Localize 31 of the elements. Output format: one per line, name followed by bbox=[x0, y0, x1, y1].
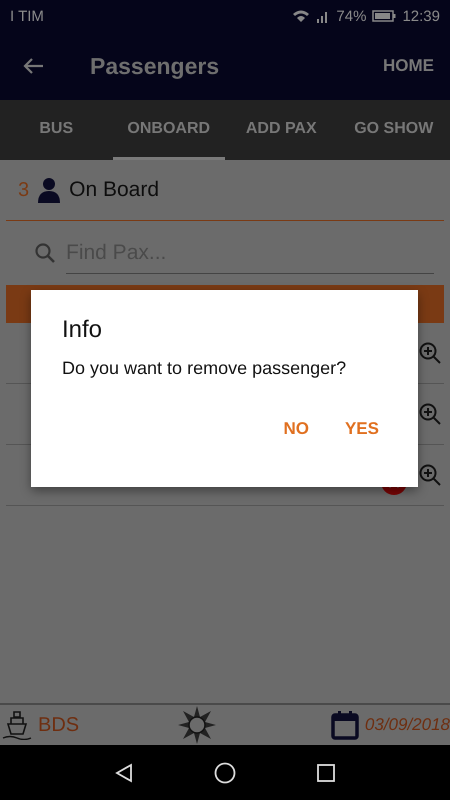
zoom-in-icon[interactable] bbox=[418, 463, 442, 487]
wifi-icon bbox=[292, 9, 310, 23]
zoom-in-icon[interactable] bbox=[418, 341, 442, 365]
calendar-icon[interactable] bbox=[330, 710, 359, 740]
back-arrow-icon[interactable] bbox=[22, 57, 44, 75]
trip-date: 03/09/2018 bbox=[364, 715, 450, 735]
battery-icon bbox=[372, 10, 396, 22]
dialog-title: Info bbox=[62, 316, 104, 344]
zoom-in-icon[interactable] bbox=[418, 402, 442, 426]
tab[interactable]: ADD PAX bbox=[225, 100, 338, 160]
person-icon bbox=[37, 177, 62, 203]
tab[interactable]: GO SHOW bbox=[338, 100, 450, 160]
dialog-message: Do you want to remove passenger? bbox=[62, 358, 348, 379]
back-icon[interactable] bbox=[114, 762, 134, 782]
screen-title: Passengers bbox=[90, 52, 220, 80]
tab[interactable]: ONBOARD bbox=[112, 100, 225, 160]
search-icon bbox=[34, 242, 56, 264]
dialog-button[interactable]: NO bbox=[275, 413, 317, 445]
summary-label: On Board bbox=[69, 178, 160, 202]
compass-rose-logo bbox=[177, 705, 218, 745]
home-icon[interactable] bbox=[214, 762, 236, 784]
port-code: BDS bbox=[38, 714, 80, 736]
home-button[interactable]: HOME bbox=[379, 52, 438, 80]
recents-icon[interactable] bbox=[316, 762, 336, 782]
passenger-count: 3 bbox=[18, 178, 30, 202]
ship-icon bbox=[2, 710, 32, 740]
dialog-button[interactable]: YES bbox=[336, 413, 387, 445]
carrier-text: I TIM bbox=[10, 8, 44, 24]
battery-percent: 74% bbox=[336, 8, 366, 24]
clock: 12:39 bbox=[402, 8, 440, 24]
tab[interactable]: BUS bbox=[0, 100, 112, 160]
